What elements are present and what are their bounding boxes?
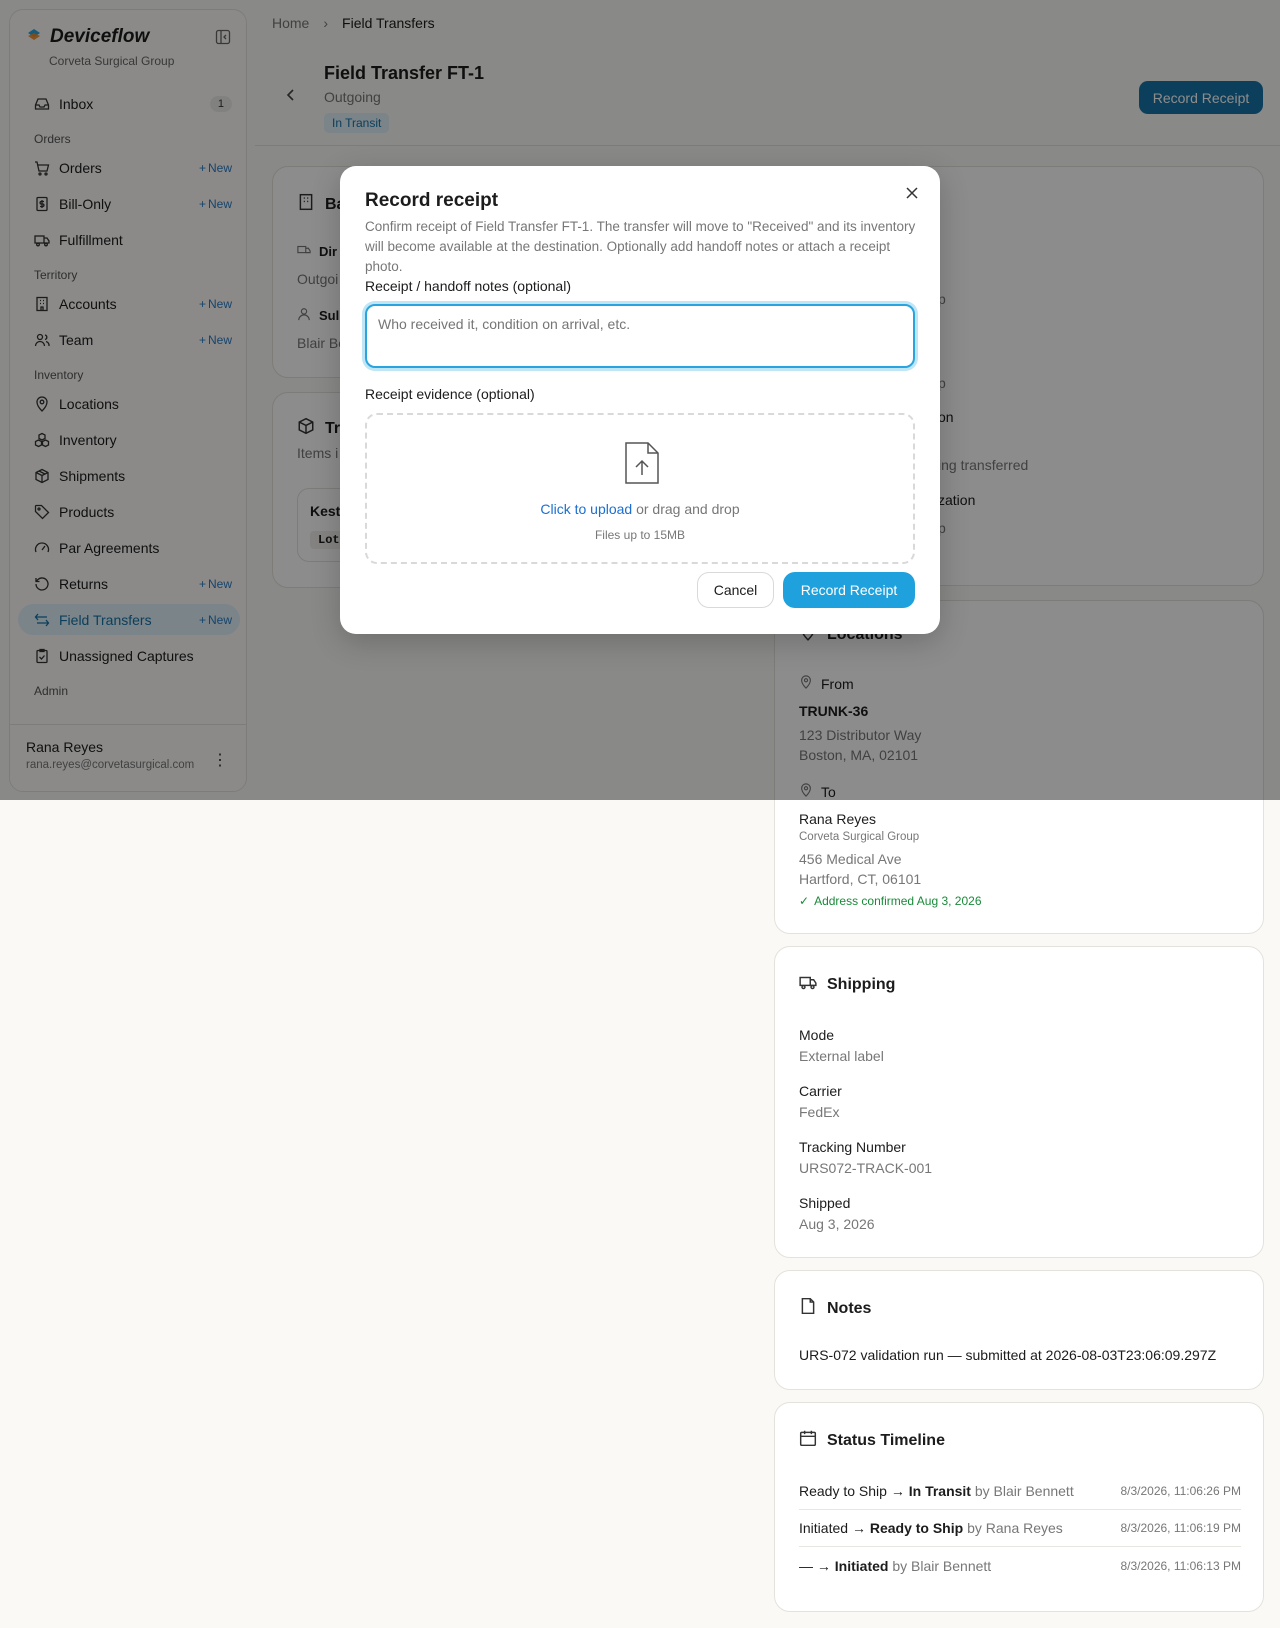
dialog-title: Record receipt (365, 190, 499, 211)
notes-field-label: Receipt / handoff notes (optional) (365, 278, 571, 294)
timeline-title: Status Timeline (827, 1431, 945, 1449)
timeline-to: Ready to Ship (869, 1520, 964, 1536)
tracking-value: URS072-TRACK-001 (799, 1160, 933, 1176)
timeline-from: Ready to Ship (799, 1483, 887, 1499)
confirm-record-receipt-button[interactable]: Record Receipt (783, 572, 915, 608)
arrow-right-icon: → (851, 1520, 866, 1536)
shipping-card: Shipping Mode External label Carrier Fed… (774, 946, 1264, 1258)
timeline-from: Initiated (799, 1520, 849, 1536)
timeline-user: Rana Reyes (985, 1520, 1063, 1536)
tracking-label: Tracking Number (799, 1139, 906, 1155)
timeline-by: by (967, 1520, 982, 1536)
file-upload-icon (624, 441, 660, 490)
timeline-timestamp: 8/3/2026, 11:06:19 PM (1120, 1521, 1241, 1535)
record-receipt-dialog: Record receipt Confirm receipt of Field … (340, 166, 940, 634)
timeline-to: In Transit (908, 1483, 971, 1499)
timeline-row: — → Initiated by Blair Bennett 8/3/2026,… (799, 1547, 1241, 1584)
notes-text: URS-072 validation run — submitted at 20… (799, 1347, 1217, 1363)
evidence-field-label: Receipt evidence (optional) (365, 386, 535, 402)
timeline-row: Ready to Ship → In Transit by Blair Benn… (799, 1473, 1241, 1510)
calendar-icon (799, 1429, 817, 1452)
timeline-row: Initiated → Ready to Ship by Rana Reyes … (799, 1510, 1241, 1547)
notes-card: Notes URS-072 validation run — submitted… (774, 1270, 1264, 1390)
to-address-line1: 456 Medical Ave (799, 851, 902, 867)
carrier-label: Carrier (799, 1083, 842, 1099)
notes-title: Notes (827, 1299, 872, 1317)
timeline-timestamp: 8/3/2026, 11:06:26 PM (1120, 1484, 1241, 1498)
timeline-from: — (799, 1557, 813, 1574)
to-name: Rana Reyes (799, 811, 877, 827)
timeline-by: by (974, 1483, 990, 1499)
mode-label: Mode (799, 1027, 835, 1043)
timeline-to: Initiated (834, 1557, 889, 1574)
truck-icon (799, 973, 817, 996)
mode-value: External label (799, 1048, 884, 1064)
timeline-timestamp: 8/3/2026, 11:06:13 PM (1120, 1558, 1241, 1573)
address-confirmed: ✓ Address confirmed Aug 3, 2026 (799, 894, 982, 908)
to-org: Corveta Surgical Group (799, 831, 920, 843)
status-timeline-card: Status Timeline Ready to Ship → In Trans… (774, 1402, 1264, 1612)
timeline-list: Ready to Ship → In Transit by Blair Benn… (799, 1473, 1241, 1584)
timeline-user: Blair Bennett (911, 1557, 992, 1574)
receipt-evidence-dropzone[interactable]: Click to upload or drag and drop Files u… (365, 413, 915, 564)
shipped-value: Aug 3, 2026 (799, 1216, 875, 1232)
shipped-label: Shipped (799, 1195, 851, 1211)
drag-drop-text: or drag and drop (636, 501, 740, 517)
carrier-value: FedEx (799, 1104, 840, 1120)
dialog-description: Confirm receipt of Field Transfer FT-1. … (365, 219, 916, 274)
file-icon (799, 1297, 817, 1320)
click-to-upload-link[interactable]: Click to upload (540, 501, 632, 517)
timeline-user: Blair Bennett (993, 1483, 1074, 1499)
check-icon: ✓ (799, 894, 810, 908)
close-icon[interactable] (901, 182, 923, 204)
shipping-title: Shipping (827, 975, 896, 993)
timeline-by: by (892, 1557, 908, 1574)
arrow-right-icon: → (816, 1557, 831, 1574)
upload-hint: Files up to 15MB (594, 528, 686, 542)
arrow-right-icon: → (890, 1483, 905, 1499)
cancel-button[interactable]: Cancel (697, 572, 774, 608)
upload-instructions: Click to upload or drag and drop (367, 501, 913, 517)
receipt-notes-input[interactable] (365, 304, 915, 368)
to-address-line2: Hartford, CT, 06101 (799, 871, 922, 887)
